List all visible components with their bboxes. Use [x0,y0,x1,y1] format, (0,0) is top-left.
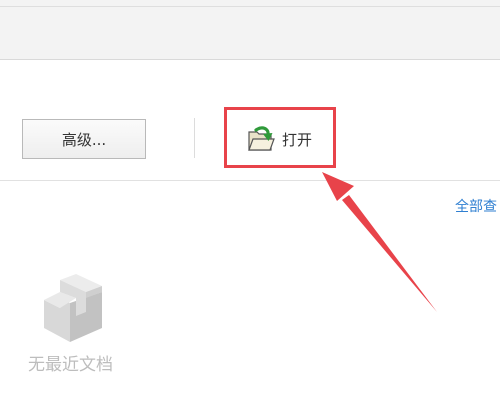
advanced-button[interactable]: 高级... [22,119,146,159]
toolbar-separator [194,118,195,158]
top-bar-edge [0,6,500,7]
top-bar [0,0,500,60]
empty-document-cube-icon [44,274,102,342]
highlight-box [224,107,336,168]
no-recent-documents-label: 无最近文档 [28,355,113,375]
advanced-button-label: 高级... [61,130,107,149]
toolbar-divider [0,180,500,181]
show-all-link[interactable]: 全部查 [455,196,497,216]
